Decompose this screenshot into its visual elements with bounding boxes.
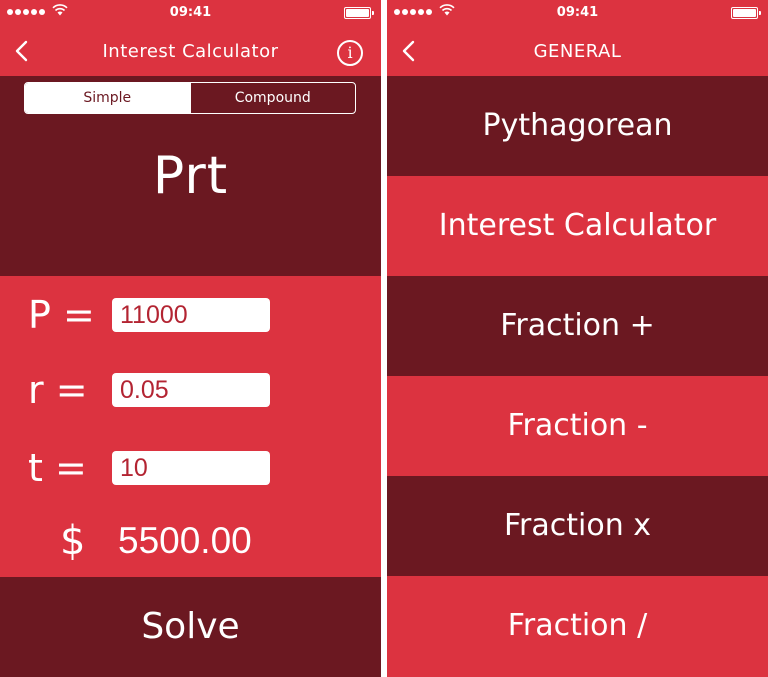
formula-display: Prt: [152, 146, 229, 206]
battery-icon: [344, 7, 374, 19]
interest-calculator-screen: 09:41 Interest Calculator i Simple Compo…: [0, 0, 381, 677]
segment-simple[interactable]: Simple: [25, 83, 190, 113]
menu-item-fraction-add[interactable]: Fraction +: [387, 276, 768, 376]
page-title: Interest Calculator: [102, 41, 279, 62]
menu-item-fraction-subtract[interactable]: Fraction -: [387, 376, 768, 476]
status-bar: 09:41: [0, 0, 381, 24]
time-input[interactable]: [112, 451, 270, 485]
status-time: 09:41: [556, 5, 599, 20]
nav-bar: GENERAL: [387, 24, 768, 76]
time-label: t =: [28, 446, 87, 490]
rate-input[interactable]: [112, 373, 270, 407]
status-time: 09:41: [169, 5, 212, 20]
segment-compound[interactable]: Compound: [189, 83, 356, 113]
nav-bar: Interest Calculator i: [0, 24, 381, 76]
menu-item-fraction-multiply[interactable]: Fraction x: [387, 476, 768, 576]
menu-item-pythagorean[interactable]: Pythagorean: [387, 76, 768, 176]
general-menu-screen: 09:41 GENERAL Pythagorean Interest Calcu…: [387, 0, 768, 677]
formula-panel: Simple Compound Prt: [0, 76, 381, 276]
interest-type-segmented-control: Simple Compound: [24, 82, 356, 114]
page-title: GENERAL: [533, 41, 622, 62]
status-bar: 09:41: [387, 0, 768, 24]
menu-item-interest-calculator[interactable]: Interest Calculator: [387, 176, 768, 276]
result-value: 5500.00: [118, 520, 252, 561]
info-icon[interactable]: i: [337, 40, 363, 66]
time-row: t =: [0, 443, 381, 493]
principal-label: P =: [28, 293, 95, 337]
rate-row: r =: [0, 365, 381, 415]
dollar-symbol: $: [60, 518, 86, 564]
calculator-menu: Pythagorean Interest Calculator Fraction…: [387, 76, 768, 676]
menu-item-fraction-divide[interactable]: Fraction /: [387, 576, 768, 676]
rate-label: r =: [28, 368, 88, 412]
principal-input[interactable]: [112, 298, 270, 332]
battery-icon: [731, 7, 761, 19]
solve-button[interactable]: Solve: [0, 577, 381, 677]
principal-row: P =: [0, 290, 381, 340]
